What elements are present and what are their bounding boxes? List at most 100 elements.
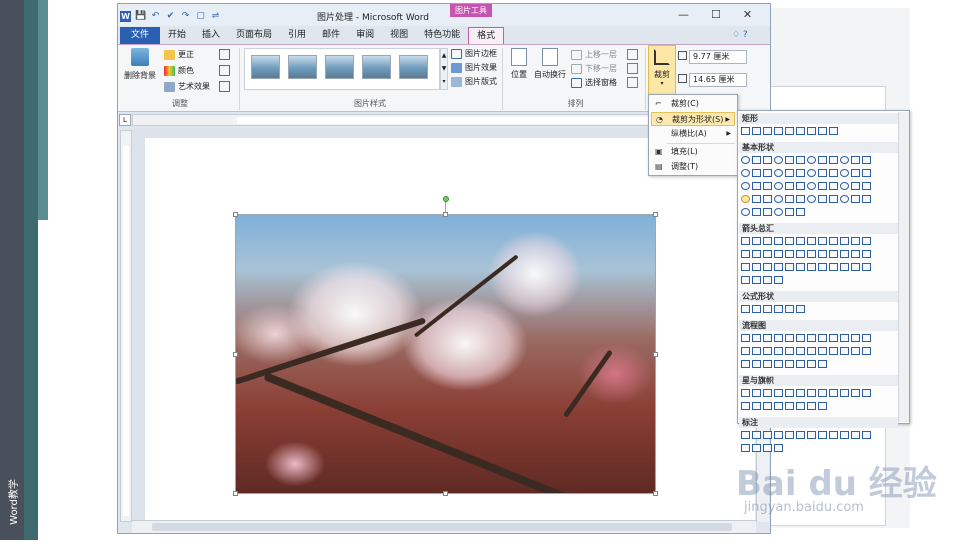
remove-background-button[interactable]: 删除背景 [122, 48, 158, 88]
shape-option[interactable] [829, 250, 838, 258]
shape-option[interactable] [785, 305, 794, 313]
shape-option[interactable] [752, 195, 761, 203]
bring-forward-button[interactable]: 上移一层 [571, 49, 617, 60]
shape-option[interactable] [752, 334, 761, 342]
shape-option-oval-hovered[interactable] [741, 195, 750, 203]
shape-gallery-scrollbar[interactable] [898, 112, 909, 422]
shape-option[interactable] [807, 156, 816, 164]
shape-option[interactable] [752, 127, 761, 135]
shape-option[interactable] [785, 263, 794, 271]
vertical-ruler[interactable] [120, 130, 132, 522]
shape-option[interactable] [851, 182, 860, 190]
tab-page-layout[interactable]: 页面布局 [228, 27, 280, 44]
shape-option[interactable] [763, 169, 772, 177]
shape-option[interactable] [774, 169, 783, 177]
minimize-button[interactable]: — [678, 8, 689, 21]
shape-option[interactable] [763, 263, 772, 271]
shape-option[interactable] [752, 431, 761, 439]
resize-handle-ne[interactable] [653, 212, 658, 217]
shape-option[interactable] [763, 402, 772, 410]
shape-option[interactable] [829, 389, 838, 397]
change-picture-icon[interactable] [219, 65, 230, 76]
position-button[interactable]: 位置 [508, 48, 530, 80]
shape-option[interactable] [752, 347, 761, 355]
shape-option[interactable] [763, 127, 772, 135]
shape-option[interactable] [763, 250, 772, 258]
shape-option[interactable] [741, 169, 750, 177]
shape-option[interactable] [851, 237, 860, 245]
shape-option[interactable] [807, 127, 816, 135]
menu-aspect-ratio[interactable]: 纵横比(A) ▶ [651, 127, 735, 141]
shape-option[interactable] [851, 156, 860, 164]
shape-option[interactable] [763, 182, 772, 190]
shape-option[interactable] [796, 347, 805, 355]
wrap-text-button[interactable]: 自动换行 [532, 48, 568, 80]
shape-option[interactable] [818, 237, 827, 245]
menu-crop[interactable]: ⌐ 裁剪(C) [651, 97, 735, 111]
shape-option[interactable] [862, 237, 871, 245]
shape-option[interactable] [807, 195, 816, 203]
shape-option[interactable] [818, 195, 827, 203]
group-icon[interactable] [627, 63, 638, 74]
shape-option[interactable] [796, 431, 805, 439]
shape-option[interactable] [796, 237, 805, 245]
resize-handle-se[interactable] [653, 491, 658, 496]
shape-option[interactable] [752, 305, 761, 313]
shape-option[interactable] [840, 263, 849, 271]
horizontal-scrollbar[interactable] [132, 520, 756, 533]
picture-style-3[interactable] [325, 55, 354, 79]
undo-icon[interactable]: ↶ [150, 11, 161, 22]
shape-option[interactable] [829, 156, 838, 164]
shape-option[interactable] [818, 156, 827, 164]
tab-selector[interactable]: L [119, 114, 131, 126]
shape-option[interactable] [741, 444, 750, 452]
shape-option[interactable] [829, 182, 838, 190]
tab-review[interactable]: 审阅 [348, 27, 382, 44]
shape-option[interactable] [818, 334, 827, 342]
shape-option[interactable] [785, 127, 794, 135]
tab-features[interactable]: 特色功能 [416, 27, 468, 44]
shape-option[interactable] [763, 195, 772, 203]
tab-references[interactable]: 引用 [280, 27, 314, 44]
picture-border-button[interactable]: 图片边框 [451, 48, 497, 59]
crop-button[interactable]: 裁剪 ▾ [648, 45, 676, 95]
shape-option[interactable] [774, 276, 783, 284]
shape-option[interactable] [829, 347, 838, 355]
shape-option[interactable] [796, 156, 805, 164]
shape-option[interactable] [840, 347, 849, 355]
shape-option[interactable] [741, 208, 750, 216]
shape-option[interactable] [774, 208, 783, 216]
shape-option[interactable] [829, 195, 838, 203]
resize-handle-n[interactable] [443, 212, 448, 217]
shape-option[interactable] [818, 347, 827, 355]
shape-option[interactable] [851, 431, 860, 439]
shape-option[interactable] [796, 263, 805, 271]
shape-option[interactable] [851, 389, 860, 397]
shape-option[interactable] [818, 250, 827, 258]
shape-option[interactable] [774, 195, 783, 203]
shape-option[interactable] [785, 169, 794, 177]
shape-option[interactable] [818, 402, 827, 410]
shape-option[interactable] [796, 402, 805, 410]
shape-option[interactable] [796, 182, 805, 190]
shape-option[interactable] [752, 389, 761, 397]
shape-option[interactable] [741, 334, 750, 342]
shape-option[interactable] [829, 334, 838, 342]
picture-layout-button[interactable]: 图片版式 [451, 76, 497, 87]
shape-option[interactable] [851, 263, 860, 271]
shape-option[interactable] [829, 169, 838, 177]
shape-option[interactable] [807, 169, 816, 177]
shape-option[interactable] [774, 402, 783, 410]
shape-option[interactable] [752, 237, 761, 245]
shape-option[interactable] [752, 360, 761, 368]
shape-option[interactable] [862, 250, 871, 258]
shape-option[interactable] [774, 347, 783, 355]
shape-option[interactable] [829, 431, 838, 439]
resize-handle-s[interactable] [443, 491, 448, 496]
shape-option[interactable] [851, 347, 860, 355]
shape-option[interactable] [807, 360, 816, 368]
artistic-effects-button[interactable]: 艺术效果 [164, 81, 210, 92]
shape-option[interactable] [785, 195, 794, 203]
shape-option[interactable] [774, 263, 783, 271]
resize-handle-nw[interactable] [233, 212, 238, 217]
